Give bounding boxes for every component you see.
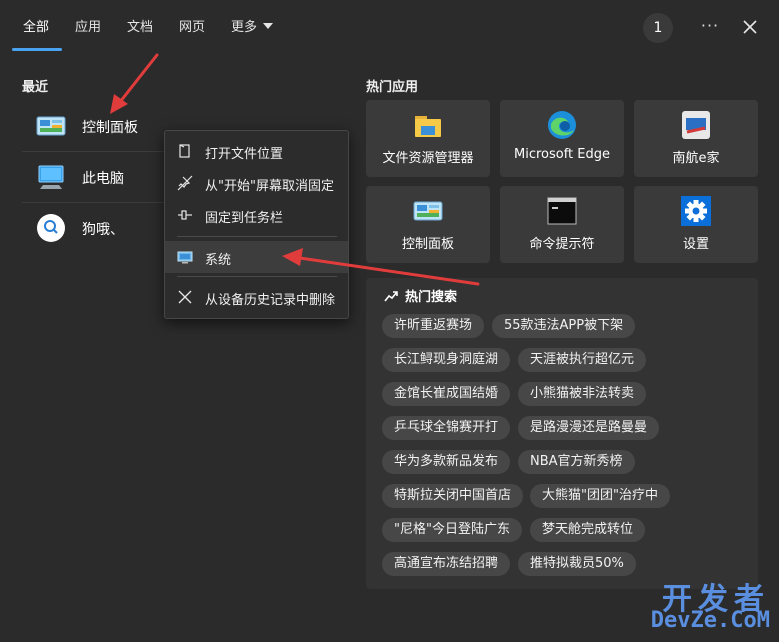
app-tile-command-prompt[interactable]: 命令提示符: [500, 186, 624, 263]
recent-item-label: 控制面板: [82, 120, 138, 136]
app-tile-label: 文件资源管理器: [382, 151, 474, 166]
control-panel-icon: [36, 116, 66, 136]
menu-item-label: 系统: [205, 253, 232, 268]
divider: [177, 276, 337, 277]
menu-item-label: 打开文件位置: [205, 147, 284, 162]
hot-search-chip[interactable]: 金馆长崔成国结婚: [382, 382, 511, 406]
hot-search-chip[interactable]: 是路漫漫还是路曼曼: [518, 416, 660, 440]
edge-icon: [548, 111, 576, 139]
control-panel-icon: [413, 201, 443, 221]
tab-more-label: 更多: [231, 20, 258, 35]
hot-search-chip[interactable]: NBA官方新秀榜: [518, 450, 635, 474]
hot-search-chip[interactable]: 高通宣布冻结招聘: [382, 552, 511, 576]
hot-search-chip[interactable]: "尼格"今日登陆广东: [382, 518, 522, 542]
hot-search-chip[interactable]: 小熊猫被非法转卖: [518, 382, 647, 406]
close-icon: [743, 20, 757, 34]
app-tile-settings[interactable]: 设置: [634, 186, 758, 263]
app-icon: [682, 111, 710, 139]
app-tile-label: 南航e家: [672, 151, 720, 166]
active-tab-indicator: [12, 48, 62, 51]
open-location-icon: [179, 144, 190, 158]
hot-search-chip[interactable]: 乒乓球全锦赛开打: [382, 416, 511, 440]
trending-icon: [384, 291, 398, 302]
divider: [177, 236, 337, 237]
recent-item-this-pc[interactable]: 此电脑: [22, 154, 167, 200]
app-tile-label: 命令提示符: [529, 237, 595, 252]
hot-search-chip[interactable]: 大熊猫"团团"治疗中: [530, 484, 670, 508]
terminal-icon: [547, 197, 577, 225]
app-tile-edge[interactable]: Microsoft Edge: [500, 100, 624, 177]
rewards-badge[interactable]: 1: [643, 13, 673, 43]
watermark: 开发者 DevZe.CoM: [620, 574, 770, 636]
chevron-down-icon: [263, 23, 274, 29]
folder-icon: [415, 116, 441, 137]
close-icon: [178, 290, 192, 304]
gear-icon: [681, 196, 711, 226]
app-tile-control-panel[interactable]: 控制面板: [366, 186, 490, 263]
pin-taskbar-icon: [178, 210, 192, 220]
menu-item-system[interactable]: 系统: [165, 241, 348, 273]
tab-web[interactable]: 网页: [179, 18, 205, 38]
watermark-domain: DevZe.CoM: [650, 608, 770, 633]
tab-documents[interactable]: 文档: [127, 18, 153, 38]
top-bar: 全部 应用 文档 网页 更多 1 ···: [0, 0, 779, 54]
unpin-icon: [177, 175, 193, 191]
close-button[interactable]: [737, 13, 763, 41]
menu-item-pin-to-taskbar[interactable]: 固定到任务栏: [165, 199, 348, 231]
app-tile-nanhang[interactable]: 南航e家: [634, 100, 758, 177]
hot-search-chip[interactable]: 许昕重返赛场: [382, 314, 485, 338]
hot-search-chip[interactable]: 推特拟裁员50%: [518, 552, 636, 576]
divider: [22, 202, 167, 203]
hot-search-chip[interactable]: 55款违法APP被下架: [492, 314, 636, 338]
divider: [22, 151, 167, 152]
menu-item-label: 从设备历史记录中删除: [205, 293, 336, 308]
hot-apps-title: 热门应用: [366, 80, 419, 95]
hot-search-chip[interactable]: 特斯拉关闭中国首店: [382, 484, 524, 508]
menu-item-label: 固定到任务栏: [205, 211, 284, 226]
app-tile-label: 控制面板: [401, 237, 454, 252]
app-tile-file-explorer[interactable]: 文件资源管理器: [366, 100, 490, 177]
hot-search-chip[interactable]: 华为多款新品发布: [382, 450, 511, 474]
menu-item-remove-from-history[interactable]: 从设备历史记录中删除: [165, 281, 348, 313]
app-tile-label: Microsoft Edge: [513, 147, 610, 162]
this-pc-icon: [38, 165, 64, 189]
more-options-button[interactable]: ···: [696, 13, 724, 41]
menu-item-open-file-location[interactable]: 打开文件位置: [165, 135, 348, 167]
hot-search-chip[interactable]: 梦天舱完成转位: [530, 518, 646, 542]
search-icon: [37, 214, 65, 242]
recent-item-label: 此电脑: [82, 171, 124, 187]
hot-search-title: 热门搜索: [405, 290, 458, 305]
recent-title: 最近: [22, 80, 49, 95]
recent-item-search[interactable]: 狗哦、: [22, 205, 167, 251]
hot-search-chip[interactable]: 天涯被执行超亿元: [518, 348, 647, 372]
app-tile-label: 设置: [682, 237, 709, 252]
tab-all[interactable]: 全部: [23, 18, 49, 38]
recent-item-label: 狗哦、: [82, 222, 124, 238]
system-icon: [177, 251, 193, 264]
tab-apps[interactable]: 应用: [75, 18, 101, 38]
tab-more[interactable]: 更多: [231, 18, 274, 38]
context-menu: 打开文件位置 从"开始"屏幕取消固定 固定到任务栏 系统 从设备历史记录中删除: [164, 130, 349, 319]
recent-item-control-panel[interactable]: 控制面板: [22, 103, 167, 149]
menu-item-label: 从"开始"屏幕取消固定: [205, 179, 334, 194]
hot-search-chip[interactable]: 长江鲟现身洞庭湖: [382, 348, 511, 372]
menu-item-unpin-from-start[interactable]: 从"开始"屏幕取消固定: [165, 167, 348, 199]
